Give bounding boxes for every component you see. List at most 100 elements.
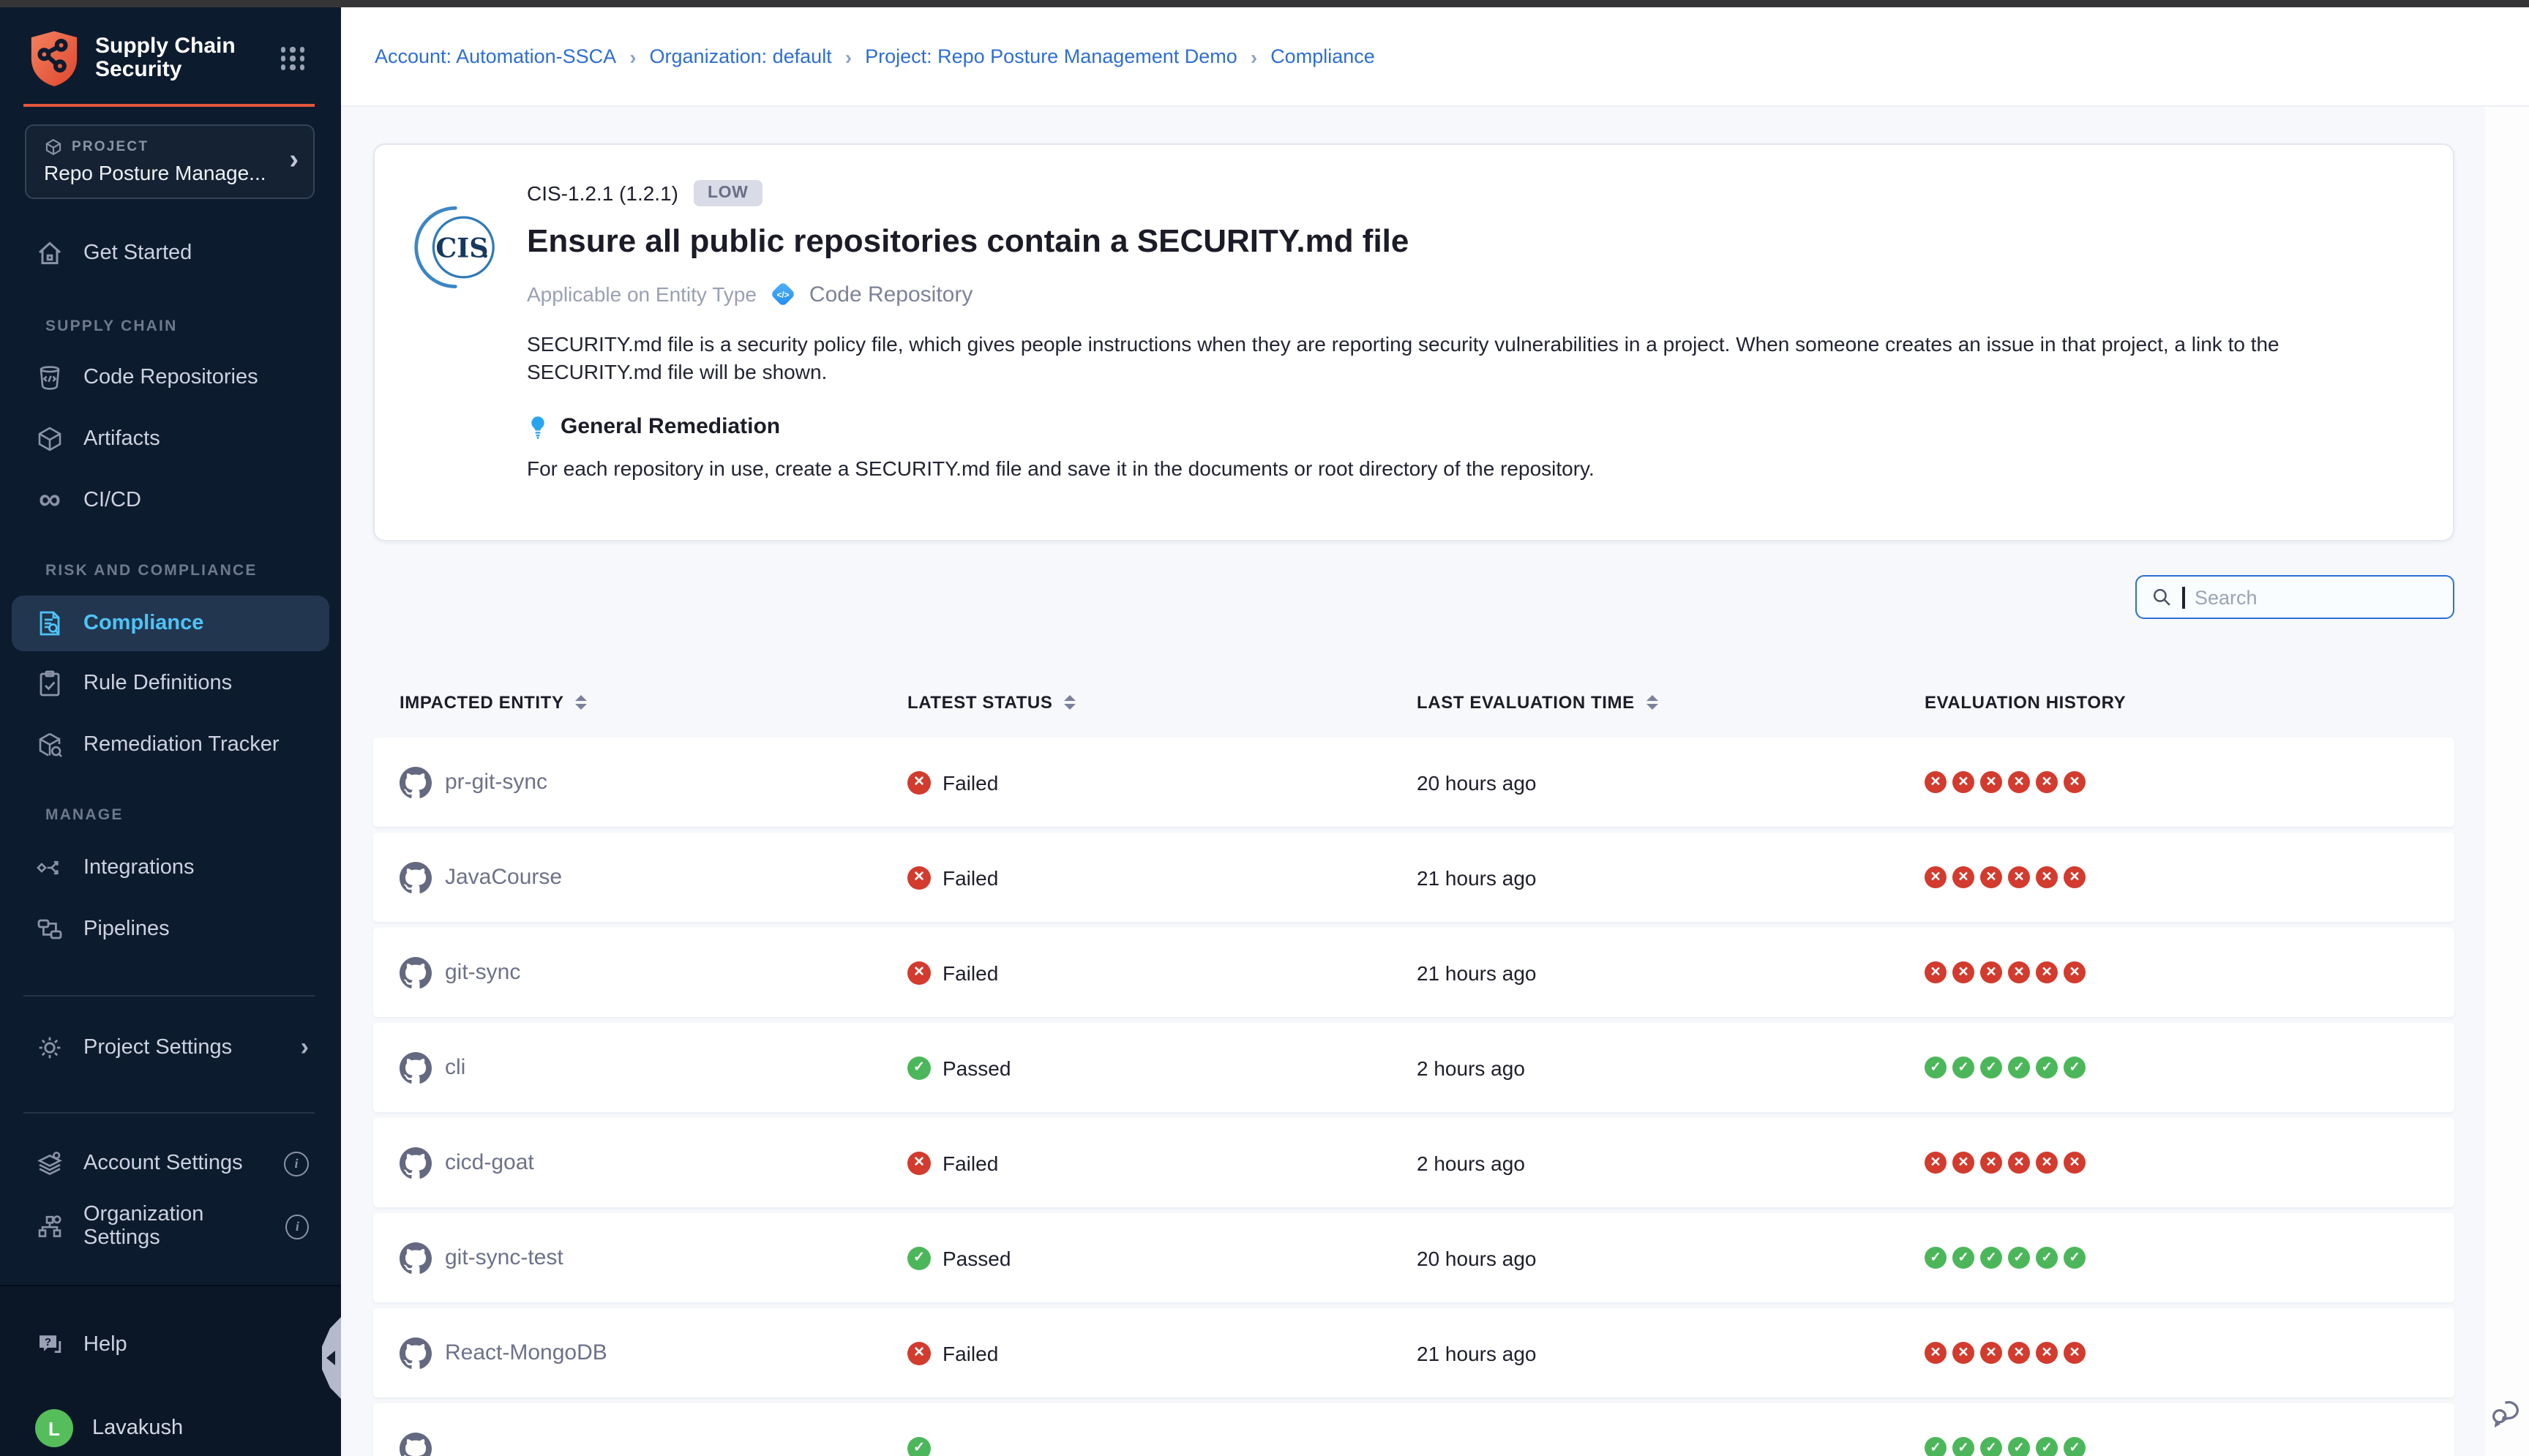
- brand-divider: [23, 104, 315, 107]
- artifacts-cube-icon: [35, 424, 64, 454]
- sidebar-item-help[interactable]: ? Help: [0, 1318, 341, 1371]
- home-icon: [35, 239, 64, 268]
- entity-name[interactable]: cicd-goat: [445, 1150, 534, 1175]
- history-pass-icon: ✓: [2036, 1247, 2058, 1269]
- breadcrumb-organization-link[interactable]: Organization: default: [650, 45, 832, 67]
- search-box: [2135, 575, 2454, 619]
- breadcrumb-project-link[interactable]: Project: Repo Posture Management Demo: [865, 45, 1237, 67]
- history-pass-icon: ✓: [1980, 1247, 2002, 1269]
- sidebar-item-cicd[interactable]: ∞ CI/CD: [0, 474, 341, 527]
- sidebar-item-remediation-tracker[interactable]: Remediation Tracker: [0, 718, 341, 771]
- chevron-right-icon: ›: [629, 45, 636, 68]
- history-fail-icon: ✕: [2008, 866, 2030, 888]
- text-caret: [2182, 586, 2184, 608]
- sidebar: Supply Chain Security PROJECT Repo Postu…: [0, 7, 341, 1456]
- main-content: Account: Automation-SSCA › Organization:…: [341, 7, 2529, 1456]
- sidebar-item-rule-definitions[interactable]: Rule Definitions: [0, 657, 341, 710]
- github-icon: [400, 956, 432, 988]
- entity-name[interactable]: cli: [445, 1055, 465, 1080]
- table-row[interactable]: JavaCourse✕Failed21 hours ago✕✕✕✕✕✕: [373, 833, 2454, 922]
- history-pass-icon: ✓: [2064, 1057, 2086, 1078]
- section-supply-chain: SUPPLY CHAIN: [0, 318, 341, 337]
- remediation-title: General Remediation: [561, 414, 780, 439]
- table-row[interactable]: git-sync-test✓Passed20 hours ago✓✓✓✓✓✓: [373, 1213, 2454, 1302]
- sort-icon[interactable]: [1064, 695, 1076, 710]
- user-name: Lavakush: [92, 1416, 183, 1440]
- table-row[interactable]: pr-git-sync✕Failed20 hours ago✕✕✕✕✕✕: [373, 738, 2454, 827]
- breadcrumb-account-link[interactable]: Account: Automation-SSCA: [375, 45, 616, 67]
- lightbulb-icon: [527, 414, 549, 439]
- sidebar-item-pipelines[interactable]: Pipelines: [0, 903, 341, 956]
- sidebar-item-label: Artifacts: [83, 427, 160, 451]
- sidebar-item-label: Remediation Tracker: [83, 733, 280, 757]
- history-fail-icon: ✕: [2036, 1342, 2058, 1364]
- sidebar-item-label: Compliance: [83, 612, 203, 635]
- status-fail-icon: ✕: [907, 1151, 931, 1174]
- sidebar-item-get-started[interactable]: Get Started: [0, 227, 341, 279]
- column-header-evaluation-history: EVALUATION HISTORY: [1925, 692, 2454, 713]
- sidebar-item-account-settings[interactable]: Account Settings i: [0, 1137, 341, 1190]
- cube-icon: [44, 138, 63, 157]
- table-row[interactable]: cli✓Passed2 hours ago✓✓✓✓✓✓: [373, 1023, 2454, 1112]
- sidebar-item-label: Integrations: [83, 856, 195, 879]
- status-pass-icon: ✓: [907, 1436, 931, 1456]
- entity-name[interactable]: git-sync-test: [445, 1245, 563, 1270]
- project-selector[interactable]: PROJECT Repo Posture Manage... ›: [25, 124, 315, 199]
- entity-name[interactable]: JavaCourse: [445, 865, 562, 890]
- search-input[interactable]: [2195, 586, 2438, 608]
- project-label: PROJECT: [72, 139, 149, 155]
- evaluation-history: ✕✕✕✕✕✕: [1925, 961, 2454, 983]
- code-repository-icon: [35, 363, 64, 392]
- evaluation-history: ✓✓✓✓✓✓: [1925, 1057, 2454, 1078]
- avatar: L: [35, 1409, 73, 1447]
- project-name: Repo Posture Manage...: [44, 161, 296, 184]
- history-pass-icon: ✓: [2008, 1057, 2030, 1078]
- history-fail-icon: ✕: [2036, 1152, 2058, 1174]
- user-menu[interactable]: L Lavakush: [0, 1402, 341, 1455]
- history-pass-icon: ✓: [1925, 1057, 1947, 1078]
- github-icon: [400, 1147, 432, 1179]
- history-fail-icon: ✕: [2036, 961, 2058, 983]
- status-label: Failed: [943, 770, 998, 794]
- sidebar-item-organization-settings[interactable]: Organization Settings i: [0, 1200, 341, 1253]
- brand: Supply Chain Security: [0, 7, 341, 88]
- app-switcher-grid-icon[interactable]: [281, 48, 306, 70]
- evaluation-history: ✕✕✕✕✕✕: [1925, 1152, 2454, 1174]
- table-row[interactable]: cicd-goat✕Failed2 hours ago✕✕✕✕✕✕: [373, 1118, 2454, 1207]
- entity-name[interactable]: pr-git-sync: [445, 770, 547, 795]
- help-chat-icon: ?: [35, 1330, 64, 1359]
- layers-gear-icon: [35, 1149, 64, 1178]
- column-header-latest-status[interactable]: LATEST STATUS: [907, 692, 1417, 713]
- section-manage: MANAGE: [0, 806, 341, 825]
- box-wrench-icon: [35, 730, 64, 759]
- app-title: Supply Chain Security: [95, 34, 236, 83]
- sort-icon[interactable]: [576, 695, 588, 710]
- gear-icon: [35, 1033, 64, 1062]
- breadcrumb-compliance-link[interactable]: Compliance: [1270, 45, 1375, 67]
- table-row[interactable]: git-sync✕Failed21 hours ago✕✕✕✕✕✕: [373, 928, 2454, 1017]
- column-header-impacted-entity[interactable]: IMPACTED ENTITY: [373, 692, 907, 713]
- support-chat-icon[interactable]: [2489, 1395, 2525, 1430]
- history-fail-icon: ✕: [1952, 961, 1974, 983]
- entity-name[interactable]: git-sync: [445, 960, 520, 985]
- sidebar-item-compliance[interactable]: Compliance: [12, 596, 329, 651]
- evaluation-time: 2 hours ago: [1417, 1056, 1925, 1079]
- history-pass-icon: ✓: [2064, 1247, 2086, 1269]
- sidebar-item-artifacts[interactable]: Artifacts: [0, 413, 341, 465]
- evaluation-time: 21 hours ago: [1417, 961, 1925, 984]
- status-label: Passed: [943, 1246, 1011, 1269]
- history-fail-icon: ✕: [2036, 771, 2058, 793]
- entity-name[interactable]: React-MongoDB: [445, 1340, 607, 1365]
- app-window: Supply Chain Security PROJECT Repo Postu…: [0, 0, 2529, 1456]
- sidebar-item-project-settings[interactable]: Project Settings ›: [0, 1021, 341, 1074]
- sidebar-item-code-repositories[interactable]: Code Repositories: [0, 351, 341, 404]
- rule-detail-card: CIS CIS-1.2.1 (1.2.1) LOW Ensure all pub…: [373, 143, 2454, 541]
- info-icon[interactable]: i: [286, 1214, 309, 1239]
- info-icon[interactable]: i: [284, 1151, 309, 1176]
- supply-chain-security-logo-icon: [29, 29, 79, 88]
- sidebar-item-integrations[interactable]: Integrations: [0, 841, 341, 894]
- column-header-last-evaluation-time[interactable]: LAST EVALUATION TIME: [1417, 692, 1925, 713]
- table-row[interactable]: ✓✓✓✓✓✓✓: [373, 1403, 2454, 1456]
- table-row[interactable]: React-MongoDB✕Failed21 hours ago✕✕✕✕✕✕: [373, 1308, 2454, 1397]
- sort-icon[interactable]: [1646, 695, 1658, 710]
